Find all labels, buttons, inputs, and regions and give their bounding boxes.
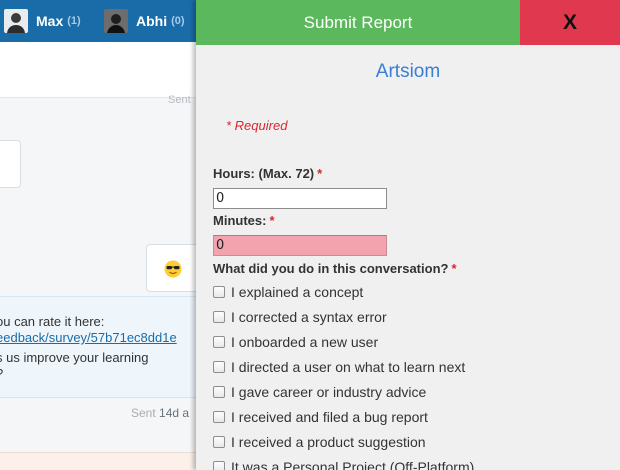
activity-option[interactable]: I onboarded a new user <box>213 334 378 350</box>
survey-link[interactable]: eedback/survey/57b71ec8dd1e <box>0 330 177 345</box>
option-label: I explained a concept <box>231 284 364 300</box>
checkbox[interactable] <box>213 411 225 423</box>
chat-background: Max (1) Abhi (0) Sent ou can rate it her… <box>0 0 196 470</box>
option-label: I directed a user on what to learn next <box>231 359 466 375</box>
user-name: Max <box>36 13 64 29</box>
submit-report-button[interactable]: Submit Report <box>196 0 520 45</box>
message-bubble <box>0 452 196 470</box>
activity-option[interactable]: I received and filed a bug report <box>213 409 428 425</box>
user-tab-abhi[interactable]: Abhi (0) <box>104 8 185 34</box>
required-note: * Required <box>226 118 288 133</box>
panel-title: Artsiom <box>375 61 441 82</box>
activity-option[interactable]: It was a Personal Project (Off-Platform) <box>213 459 474 470</box>
minutes-input[interactable] <box>213 235 387 256</box>
checkbox[interactable] <box>213 386 225 398</box>
top-navbar: Max (1) Abhi (0) <box>0 0 196 42</box>
close-button[interactable]: X <box>520 0 620 45</box>
sent-label: Sent <box>131 406 156 420</box>
activity-question-label: What did you do in this conversation? * <box>213 261 457 276</box>
survey-message: ou can rate it here: eedback/survey/57b7… <box>0 296 196 398</box>
user-tab-max[interactable]: Max (1) <box>4 8 81 34</box>
sent-ago: 14d a <box>159 406 190 420</box>
option-label: I gave career or industry advice <box>231 384 427 400</box>
user-name: Abhi <box>136 13 168 29</box>
option-label: It was a Personal Project (Off-Platform) <box>231 459 475 470</box>
unread-count: (1) <box>67 15 81 27</box>
sent-timestamp: Sent 14d a <box>131 406 189 420</box>
checkbox[interactable] <box>213 461 225 470</box>
message-text: s us improve your learning <box>0 350 149 365</box>
question-label-text: What did you do in this conversation? <box>213 261 449 276</box>
activity-option[interactable]: I gave career or industry advice <box>213 384 426 400</box>
message-text: ? <box>0 366 3 381</box>
checkbox[interactable] <box>213 436 225 448</box>
activity-option[interactable]: I directed a user on what to learn next <box>213 359 465 375</box>
message-text: ou can rate it here: <box>0 314 105 329</box>
option-label: I onboarded a new user <box>231 334 379 350</box>
option-label: I corrected a syntax error <box>231 309 387 325</box>
avatar <box>104 9 128 33</box>
required-mark: * <box>269 213 275 228</box>
hours-label-text: Hours: (Max. 72) <box>213 166 315 181</box>
required-mark: * <box>451 261 457 276</box>
activity-option[interactable]: I explained a concept <box>213 284 363 300</box>
report-panel: Submit Report X Artsiom * Required Hours… <box>196 0 620 470</box>
option-label: I received and filed a bug report <box>231 409 428 425</box>
checkbox[interactable] <box>213 336 225 348</box>
hours-input[interactable] <box>213 188 387 209</box>
hours-label: Hours: (Max. 72) * <box>213 166 322 181</box>
message-bubble <box>146 244 196 292</box>
option-label: I received a product suggestion <box>231 434 426 450</box>
checkbox[interactable] <box>213 286 225 298</box>
chat-header <box>0 42 196 98</box>
avatar <box>4 9 28 33</box>
message-bubble <box>0 140 21 188</box>
minutes-label: Minutes: * <box>213 213 275 228</box>
checkbox[interactable] <box>213 311 225 323</box>
minutes-label-text: Minutes: <box>213 213 267 228</box>
required-mark: * <box>317 166 323 181</box>
activity-option[interactable]: I corrected a syntax error <box>213 309 387 325</box>
unread-count: (0) <box>171 15 185 27</box>
activity-option[interactable]: I received a product suggestion <box>213 434 426 450</box>
sunglasses-emoji-icon <box>164 260 182 278</box>
sent-label: Sent <box>168 94 191 106</box>
checkbox[interactable] <box>213 361 225 373</box>
